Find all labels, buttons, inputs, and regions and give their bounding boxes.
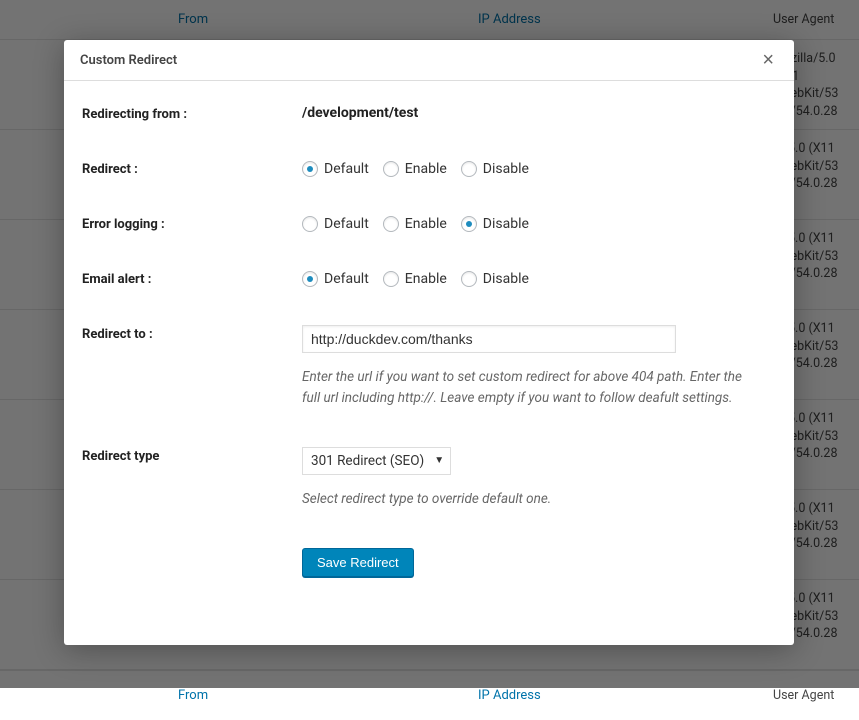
label-email-alert: Email alert : bbox=[82, 270, 302, 287]
label-error-logging: Error logging : bbox=[82, 215, 302, 232]
email-alert-option-disable[interactable]: Disable bbox=[461, 270, 529, 287]
redirect-type-selected: 301 Redirect (SEO) bbox=[311, 453, 424, 469]
email-alert-option-default[interactable]: Default bbox=[302, 270, 369, 287]
radio-icon bbox=[461, 271, 477, 287]
radio-group-redirect: Default Enable Disable bbox=[302, 160, 776, 177]
label-redirect-to: Redirect to : bbox=[82, 325, 302, 409]
radio-icon bbox=[302, 161, 318, 177]
error-logging-option-disable[interactable]: Disable bbox=[461, 215, 529, 232]
radio-icon bbox=[383, 161, 399, 177]
helper-redirect-type: Select redirect type to override default… bbox=[302, 489, 762, 510]
modal-title: Custom Redirect bbox=[80, 53, 177, 68]
redirect-option-disable[interactable]: Disable bbox=[461, 160, 529, 177]
helper-redirect-to: Enter the url if you want to set custom … bbox=[302, 367, 762, 409]
radio-label: Default bbox=[324, 161, 369, 177]
close-icon[interactable]: × bbox=[758, 50, 778, 70]
save-redirect-button[interactable]: Save Redirect bbox=[302, 548, 414, 577]
modal-header: Custom Redirect × bbox=[64, 40, 794, 81]
radio-icon bbox=[461, 161, 477, 177]
radio-icon bbox=[461, 216, 477, 232]
value-redirecting-from: /development/test bbox=[302, 105, 418, 121]
radio-label: Disable bbox=[483, 216, 529, 232]
radio-label: Enable bbox=[405, 161, 447, 177]
radio-group-email-alert: Default Enable Disable bbox=[302, 270, 776, 287]
radio-label: Default bbox=[324, 216, 369, 232]
label-redirect: Redirect : bbox=[82, 160, 302, 177]
radio-label: Enable bbox=[405, 271, 447, 287]
custom-redirect-modal: Custom Redirect × Redirecting from : /de… bbox=[64, 40, 794, 645]
redirect-to-input[interactable] bbox=[302, 325, 676, 353]
radio-label: Disable bbox=[483, 271, 529, 287]
redirect-option-enable[interactable]: Enable bbox=[383, 160, 447, 177]
redirect-option-default[interactable]: Default bbox=[302, 160, 369, 177]
radio-label: Disable bbox=[483, 161, 529, 177]
radio-icon bbox=[302, 216, 318, 232]
col-footer-from[interactable]: From bbox=[0, 688, 470, 703]
label-redirecting-from: Redirecting from : bbox=[82, 105, 302, 122]
col-footer-ip[interactable]: IP Address bbox=[470, 688, 765, 703]
radio-icon bbox=[383, 216, 399, 232]
redirect-type-select[interactable]: 301 Redirect (SEO) ▼ bbox=[302, 447, 451, 475]
radio-label: Enable bbox=[405, 216, 447, 232]
radio-label: Default bbox=[324, 271, 369, 287]
error-logging-option-enable[interactable]: Enable bbox=[383, 215, 447, 232]
error-logging-option-default[interactable]: Default bbox=[302, 215, 369, 232]
chevron-down-icon: ▼ bbox=[434, 455, 444, 466]
modal-body: Redirecting from : /development/test Red… bbox=[64, 81, 794, 645]
radio-icon bbox=[302, 271, 318, 287]
col-footer-ua[interactable]: User Agent bbox=[765, 687, 859, 705]
radio-group-error-logging: Default Enable Disable bbox=[302, 215, 776, 232]
label-redirect-type: Redirect type bbox=[82, 447, 302, 510]
radio-icon bbox=[383, 271, 399, 287]
email-alert-option-enable[interactable]: Enable bbox=[383, 270, 447, 287]
